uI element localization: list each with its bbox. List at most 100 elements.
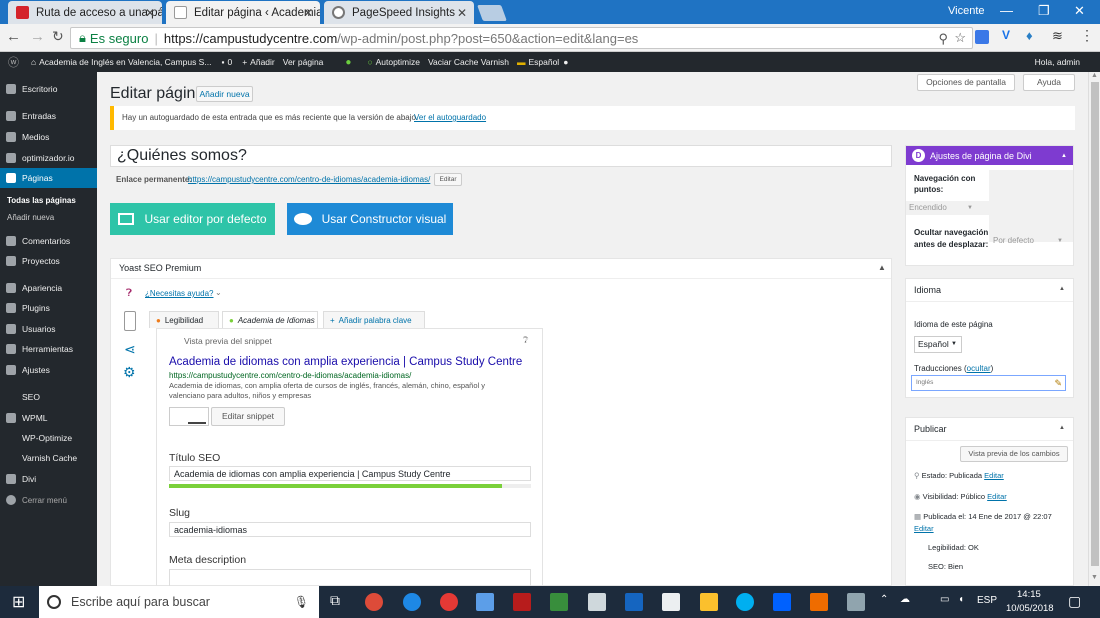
- zoom-icon[interactable]: ⚲: [938, 31, 948, 47]
- chevron-down-icon[interactable]: ⌄: [215, 288, 222, 297]
- browser-tab-active[interactable]: Editar página ‹ Academia ✕: [166, 1, 320, 24]
- maximize-icon[interactable]: ❐: [1038, 3, 1050, 19]
- bird-extension-icon[interactable]: ♦: [1026, 28, 1033, 43]
- translation-row-english[interactable]: Inglés ✎: [911, 375, 1066, 391]
- task-view-icon[interactable]: ⧉: [330, 592, 340, 609]
- submenu-all-pages[interactable]: Todas las páginas: [7, 196, 76, 205]
- add-new-link[interactable]: Añadir: [250, 57, 275, 67]
- device-toggle[interactable]: [169, 407, 209, 426]
- sidebar-item-posts[interactable]: Entradas: [0, 106, 97, 126]
- sidebar-item-varnish[interactable]: Varnish Cache: [0, 448, 97, 468]
- permalink-url[interactable]: https://campustudycentre.com/centro-de-i…: [188, 175, 430, 184]
- sidebar-item-users[interactable]: Usuarios: [0, 319, 97, 339]
- autosave-link[interactable]: Ver el autoguardado: [414, 113, 486, 122]
- varnish-link[interactable]: Vaciar Cache Varnish: [428, 57, 509, 67]
- sidebar-item-appearance[interactable]: Apariencia: [0, 278, 97, 298]
- excel-icon[interactable]: [550, 593, 568, 611]
- close-icon[interactable]: ✕: [457, 6, 467, 20]
- scroll-down-icon[interactable]: ▼: [1091, 574, 1098, 581]
- paint-icon[interactable]: [476, 593, 494, 611]
- sidebar-item-pages[interactable]: Páginas: [0, 168, 97, 188]
- menu-icon[interactable]: ⋮: [1080, 27, 1094, 44]
- url-input[interactable]: 🔒︎ Es seguro | https://campustudycentre.…: [70, 27, 973, 49]
- action-center-icon[interactable]: ▢: [1068, 593, 1081, 610]
- page-scrollbar[interactable]: ▲ ▼: [1088, 72, 1100, 586]
- tray-people-icon[interactable]: ☁: [900, 594, 910, 605]
- sidebar-collapse[interactable]: Cerrar menú: [0, 490, 97, 510]
- account-greeting[interactable]: Hola, admin: [1035, 57, 1080, 67]
- collapse-arrow-icon[interactable]: ▲: [1059, 425, 1065, 431]
- sidebar-item-wp-optimize[interactable]: WP-Optimize: [0, 428, 97, 448]
- notepad-icon[interactable]: [847, 593, 865, 611]
- default-editor-button[interactable]: Usar editor por defecto: [110, 203, 275, 235]
- powerpoint-icon[interactable]: [810, 593, 828, 611]
- visibility-edit-link[interactable]: Editar: [987, 492, 1007, 501]
- clock-date[interactable]: 10/05/2018: [1006, 603, 1054, 614]
- sidebar-item-projects[interactable]: Proyectos: [0, 251, 97, 271]
- window-close-icon[interactable]: ✕: [1074, 3, 1085, 19]
- dropbox-icon[interactable]: [773, 593, 791, 611]
- skype-icon[interactable]: [736, 593, 754, 611]
- help-button[interactable]: Ayuda: [1023, 74, 1075, 91]
- scroll-up-icon[interactable]: ▲: [1091, 72, 1098, 79]
- sidebar-item-settings[interactable]: Ajustes: [0, 360, 97, 380]
- taskbar-search[interactable]: Escribe aquí para buscar 🎙︎: [39, 586, 319, 618]
- sidebar-item-divi[interactable]: Divi: [0, 469, 97, 489]
- network-icon[interactable]: ▭: [940, 594, 949, 605]
- dot-nav-select[interactable]: Encendido ▼: [906, 201, 989, 215]
- preview-changes-button[interactable]: Vista previa de los cambios: [960, 446, 1068, 462]
- chrome-icon[interactable]: [365, 593, 383, 611]
- seo-title-input[interactable]: Academia de idiomas con amplia experienc…: [169, 466, 531, 481]
- edit-snippet-button[interactable]: Editar snippet: [211, 407, 285, 426]
- collapse-arrow-icon[interactable]: ▲: [1061, 153, 1067, 159]
- hide-nav-select[interactable]: Por defecto ▼: [989, 234, 1073, 248]
- screen-options-button[interactable]: Opciones de pantalla: [917, 74, 1015, 91]
- file-explorer-icon[interactable]: [700, 593, 718, 611]
- sidebar-item-plugins[interactable]: Plugins: [0, 298, 97, 318]
- v-extension-icon[interactable]: V: [1002, 28, 1010, 42]
- browser-tab[interactable]: PageSpeed Insights ✕: [324, 1, 474, 24]
- tab-readability[interactable]: ● Legibilidad: [149, 311, 219, 328]
- permalink-edit-button[interactable]: Editar: [434, 173, 462, 186]
- language-switch[interactable]: Español: [528, 57, 559, 67]
- translate-extension-icon[interactable]: [975, 30, 989, 44]
- sidebar-item-media[interactable]: Medios: [0, 127, 97, 147]
- collapse-arrow-icon[interactable]: ▲: [1059, 286, 1065, 292]
- site-name-link[interactable]: Academia de Inglés en Valencia, Campus S…: [39, 57, 211, 67]
- input-language[interactable]: ESP: [977, 595, 997, 606]
- filezilla-icon[interactable]: [513, 593, 531, 611]
- status-edit-link[interactable]: Editar: [984, 471, 1004, 480]
- tray-chevron-icon[interactable]: ⌃: [880, 594, 888, 605]
- layers-extension-icon[interactable]: ≋: [1052, 28, 1063, 44]
- close-icon[interactable]: ✕: [303, 6, 313, 20]
- help-link[interactable]: ¿Necesitas ayuda?: [145, 289, 213, 298]
- word-icon[interactable]: [625, 593, 643, 611]
- add-new-button[interactable]: Añadir nueva: [196, 86, 253, 102]
- share-icon[interactable]: ⋖: [124, 341, 136, 358]
- help-icon[interactable]: ❔︎: [523, 335, 528, 346]
- autoptimize-link[interactable]: Autoptimize: [376, 57, 420, 67]
- sidebar-item-dashboard[interactable]: Escritorio: [0, 79, 97, 99]
- reload-icon[interactable]: ↻: [52, 28, 64, 45]
- new-tab-button[interactable]: [477, 5, 507, 21]
- volume-icon[interactable]: ◖: [958, 594, 964, 605]
- tab-add-keyword[interactable]: + Añadir palabra clave: [323, 311, 425, 328]
- bookmark-star-icon[interactable]: ☆: [954, 30, 966, 46]
- gear-icon[interactable]: ⚙: [123, 364, 136, 381]
- edge-icon[interactable]: [403, 593, 421, 611]
- hide-translations-link[interactable]: ocultar: [967, 364, 991, 373]
- wordpress-icon[interactable]: ⓦ: [8, 54, 19, 70]
- opera-icon[interactable]: [440, 593, 458, 611]
- browser-tab[interactable]: Ruta de acceso a una pág ✕: [8, 1, 162, 24]
- mail-icon[interactable]: [662, 593, 680, 611]
- calculator-icon[interactable]: [588, 593, 606, 611]
- published-edit-link[interactable]: Editar: [914, 524, 934, 533]
- close-icon[interactable]: ✕: [145, 6, 155, 20]
- slug-input[interactable]: academia-idiomas: [169, 522, 531, 537]
- tab-keyword[interactable]: ● Academia de Idiomas: [222, 311, 318, 328]
- page-language-select[interactable]: Español ▼: [914, 336, 962, 353]
- collapse-arrow-icon[interactable]: ▲: [878, 263, 886, 272]
- microphone-icon[interactable]: 🎙︎: [294, 595, 309, 609]
- title-input[interactable]: ¿Quiénes somos?: [110, 145, 892, 167]
- submenu-add-new[interactable]: Añadir nueva: [7, 213, 54, 222]
